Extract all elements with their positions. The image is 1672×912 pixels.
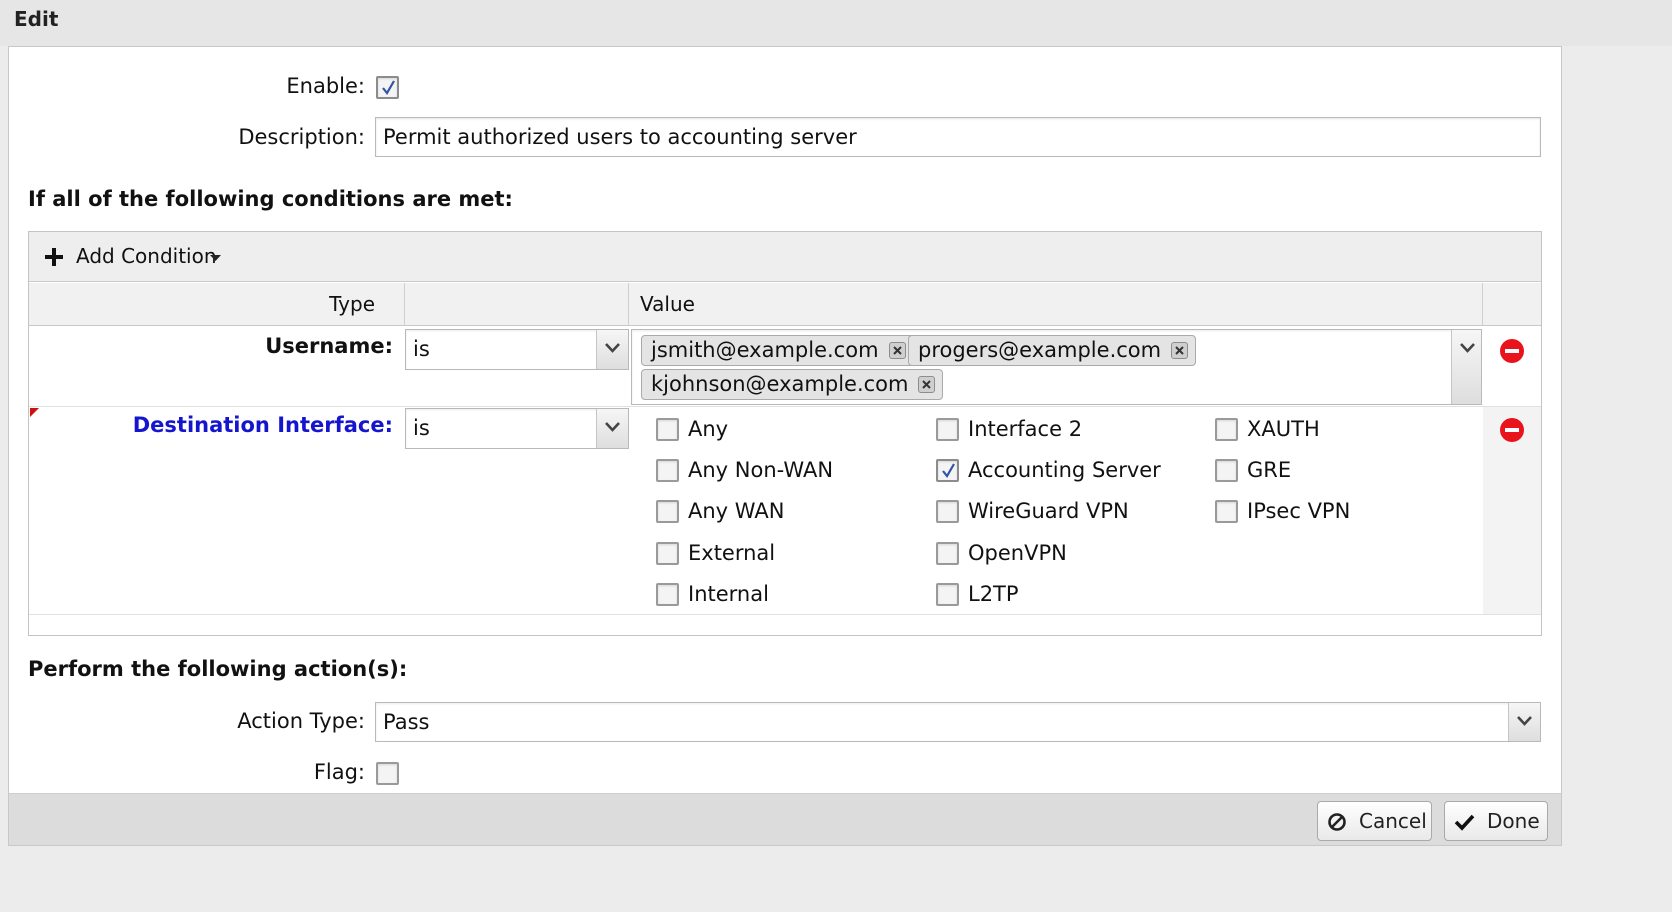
- actions-heading: Perform the following action(s):: [28, 657, 408, 681]
- value-tag-label: jsmith@example.com: [651, 338, 879, 362]
- description-input[interactable]: Permit authorized users to accounting se…: [375, 117, 1541, 157]
- cancel-button[interactable]: Cancel: [1317, 801, 1432, 841]
- remove-condition-icon[interactable]: [1500, 339, 1524, 363]
- done-button-label: Done: [1487, 809, 1540, 833]
- add-condition-button[interactable]: Add Condition: [44, 244, 234, 272]
- checkmark-icon: [1454, 814, 1475, 831]
- interface-option-label: XAUTH: [1247, 417, 1320, 441]
- interface-option-label: OpenVPN: [968, 541, 1067, 565]
- interface-option-label: IPsec VPN: [1247, 499, 1351, 523]
- dialog-titlebar: [0, 0, 1672, 46]
- column-header-actions: [1483, 283, 1541, 326]
- condition-type-destination-interface[interactable]: Destination Interface:: [133, 413, 393, 437]
- remove-tag-icon[interactable]: [888, 342, 906, 359]
- description-label: Description:: [238, 125, 365, 149]
- checkmark-icon: [942, 463, 955, 478]
- add-condition-label: Add Condition: [76, 244, 217, 268]
- action-type-label: Action Type:: [237, 709, 365, 733]
- value-tag: jsmith@example.com: [641, 335, 914, 366]
- destination-interface-operator-select[interactable]: is: [405, 408, 629, 449]
- interface-option-label: Internal: [688, 582, 769, 606]
- interface-option-label: GRE: [1247, 458, 1292, 482]
- remove-condition-icon[interactable]: [1500, 418, 1524, 442]
- interface-option-label: Any Non-WAN: [688, 458, 834, 482]
- chevron-down-icon: [605, 422, 620, 432]
- action-type-value: Pass: [383, 710, 430, 734]
- interface-option-checkbox[interactable]: [936, 542, 959, 565]
- cancel-icon: [1328, 813, 1346, 831]
- enable-checkbox[interactable]: [376, 76, 399, 99]
- interface-option-label: Accounting Server: [968, 458, 1161, 482]
- interface-option-label: Any: [688, 417, 729, 441]
- interface-option-label: External: [688, 541, 776, 565]
- interface-option-label: Any WAN: [688, 499, 785, 523]
- interface-option-checkbox[interactable]: [656, 542, 679, 565]
- value-tag: kjohnson@example.com: [641, 369, 944, 400]
- row-divider: [29, 406, 1541, 407]
- enable-label: Enable:: [286, 74, 365, 98]
- caret-down-icon: [210, 255, 221, 261]
- dirty-marker-icon: [30, 408, 39, 417]
- interface-option-label: Interface 2: [968, 417, 1083, 441]
- flag-label: Flag:: [313, 760, 365, 784]
- dropdown-button[interactable]: [596, 409, 628, 448]
- username-operator-value: is: [413, 337, 430, 361]
- done-button[interactable]: Done: [1444, 801, 1548, 841]
- chevron-down-icon: [605, 343, 620, 353]
- action-type-select[interactable]: Pass: [375, 702, 1541, 742]
- value-tag-label: progers@example.com: [918, 338, 1162, 362]
- dropdown-button[interactable]: [1508, 703, 1540, 741]
- interface-option-checkbox[interactable]: [1215, 500, 1238, 523]
- chevron-down-icon: [1517, 716, 1532, 726]
- interface-option-checkbox[interactable]: [1215, 459, 1238, 482]
- checkmark-icon: [382, 80, 395, 95]
- interface-option-checkbox[interactable]: [936, 583, 959, 606]
- interface-option-checkbox[interactable]: [656, 583, 679, 606]
- interface-option-checkbox[interactable]: [656, 418, 679, 441]
- chevron-down-icon: [1460, 343, 1475, 353]
- interface-option-checkbox[interactable]: [936, 500, 959, 523]
- flag-checkbox[interactable]: [376, 762, 399, 785]
- interface-option-checkbox[interactable]: [656, 500, 679, 523]
- remove-tag-icon[interactable]: [1171, 342, 1189, 359]
- plus-icon: [45, 248, 63, 266]
- dropdown-button[interactable]: [596, 330, 628, 369]
- username-operator-select[interactable]: is: [405, 329, 629, 370]
- value-tag-label: kjohnson@example.com: [651, 372, 909, 396]
- conditions-heading: If all of the following conditions are m…: [28, 187, 513, 211]
- conditions-toolbar: [29, 232, 1541, 282]
- value-tag: progers@example.com: [908, 335, 1197, 366]
- remove-tag-icon[interactable]: [918, 376, 936, 393]
- interface-option-checkbox[interactable]: [1215, 418, 1238, 441]
- column-header-value[interactable]: Value: [629, 283, 1483, 326]
- cancel-button-label: Cancel: [1359, 809, 1427, 833]
- interface-option-checkbox[interactable]: [936, 459, 959, 482]
- interface-option-checkbox[interactable]: [656, 459, 679, 482]
- column-header-operator[interactable]: [405, 283, 629, 326]
- interface-option-checkbox[interactable]: [936, 418, 959, 441]
- interface-option-label: L2TP: [968, 582, 1019, 606]
- row-divider: [29, 614, 1541, 615]
- condition-type-username: Username:: [265, 334, 393, 358]
- dropdown-button[interactable]: [1451, 330, 1481, 404]
- dialog-title: Edit: [14, 7, 59, 31]
- interface-option-label: WireGuard VPN: [968, 499, 1129, 523]
- destination-interface-operator-value: is: [413, 416, 430, 440]
- column-header-type[interactable]: Type: [29, 283, 405, 326]
